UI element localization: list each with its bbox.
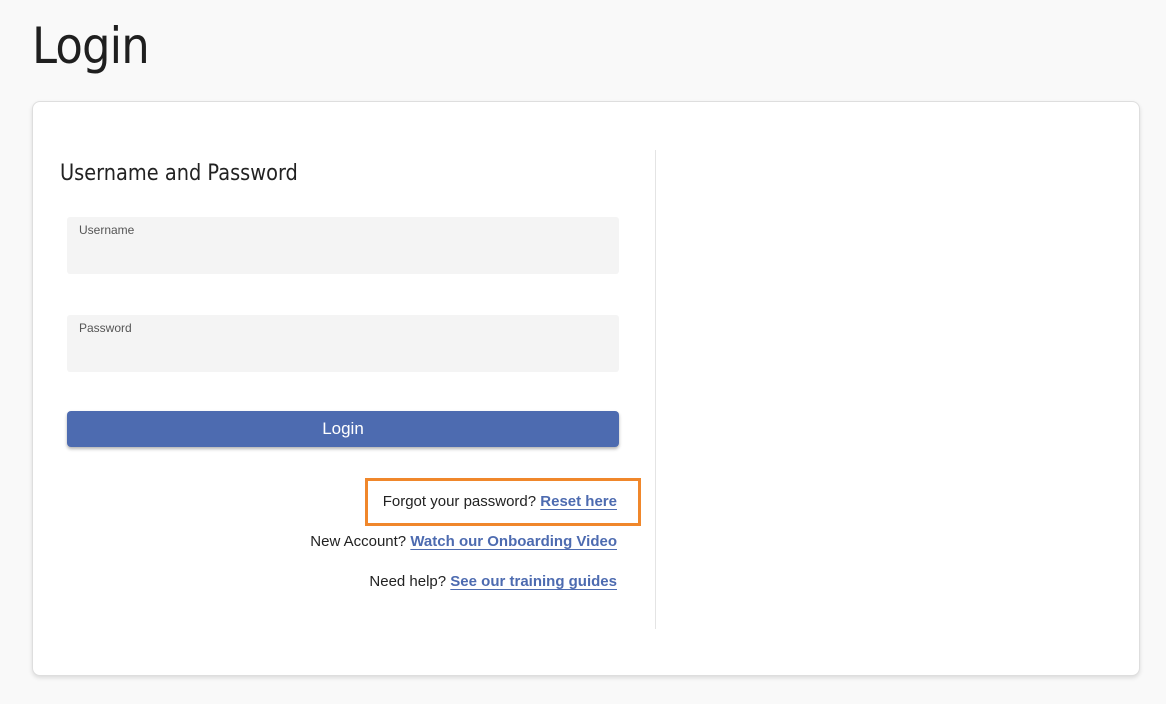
reset-password-link[interactable]: Reset here: [540, 493, 617, 510]
username-label: Username: [79, 223, 135, 237]
help-row: Need help? See our training guides: [369, 573, 617, 590]
help-prompt: Need help?: [369, 573, 447, 590]
new-account-row: New Account? Watch our Onboarding Video: [310, 533, 617, 550]
onboarding-video-link[interactable]: Watch our Onboarding Video: [410, 533, 617, 550]
training-guides-link[interactable]: See our training guides: [450, 573, 617, 590]
login-card: Username and Password Username Password …: [32, 101, 1140, 676]
password-input[interactable]: [79, 341, 607, 363]
login-button[interactable]: Login: [67, 411, 619, 447]
forgot-password-row: Forgot your password? Reset here: [383, 493, 617, 510]
username-field[interactable]: Username: [67, 217, 619, 274]
column-divider: [655, 150, 656, 629]
forgot-password-prompt: Forgot your password?: [382, 493, 537, 510]
section-title: Username and Password: [60, 161, 298, 186]
new-account-prompt: New Account?: [310, 533, 407, 550]
password-label: Password: [79, 321, 132, 335]
password-field[interactable]: Password: [67, 315, 619, 372]
login-page: Login Username and Password Username Pas…: [0, 0, 1166, 704]
page-title: Login: [32, 17, 150, 75]
username-input[interactable]: [79, 243, 607, 265]
